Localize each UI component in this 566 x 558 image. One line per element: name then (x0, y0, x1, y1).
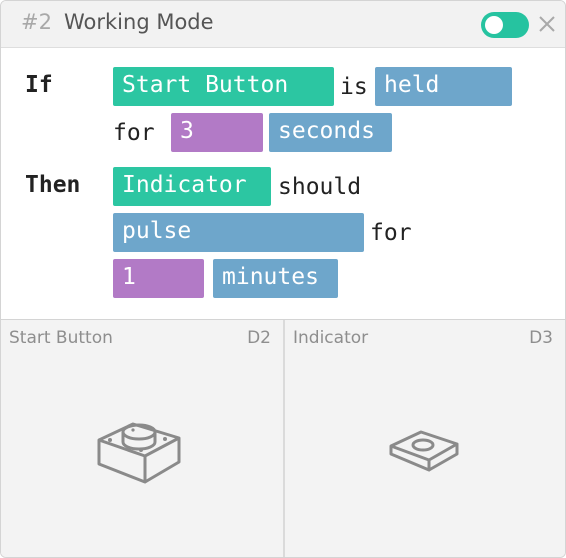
rule-editor: If Start Button is held for 3 seconds Th… (1, 48, 565, 319)
duration-unit-chip[interactable]: seconds (269, 113, 392, 152)
action-chip[interactable]: pulse (113, 213, 364, 252)
action-device-chip[interactable]: Indicator (113, 167, 271, 206)
push-button-icon (97, 422, 181, 484)
device-panel-start-button[interactable]: Start Button D2 (1, 320, 283, 557)
close-icon[interactable] (537, 14, 557, 34)
device-name: Start Button (9, 328, 113, 348)
duration-value-chip[interactable]: 3 (171, 113, 263, 152)
action-duration-unit-chip[interactable]: minutes (213, 259, 338, 298)
for-word-2: for (370, 220, 412, 246)
rule-card: #2 Working Mode If Start Button is held … (0, 0, 566, 558)
device-pin: D2 (247, 328, 271, 348)
rule-number: #2 (21, 10, 52, 34)
if-keyword: If (25, 72, 53, 98)
led-indicator-icon (389, 430, 459, 472)
then-keyword: Then (25, 172, 81, 198)
action-duration-value-chip[interactable]: 1 (113, 259, 204, 298)
rule-enable-toggle[interactable] (481, 12, 529, 38)
toggle-switch-icon (485, 16, 503, 34)
device-panel-indicator[interactable]: Indicator D3 (285, 320, 565, 557)
device-pin: D3 (529, 328, 553, 348)
for-word: for (113, 120, 155, 146)
rule-title[interactable]: Working Mode (64, 10, 214, 34)
device-name: Indicator (293, 328, 369, 348)
is-word: is (340, 74, 368, 100)
should-word: should (278, 174, 362, 200)
rule-header: #2 Working Mode (1, 1, 565, 48)
trigger-device-chip[interactable]: Start Button (113, 67, 334, 106)
trigger-state-chip[interactable]: held (375, 67, 512, 106)
